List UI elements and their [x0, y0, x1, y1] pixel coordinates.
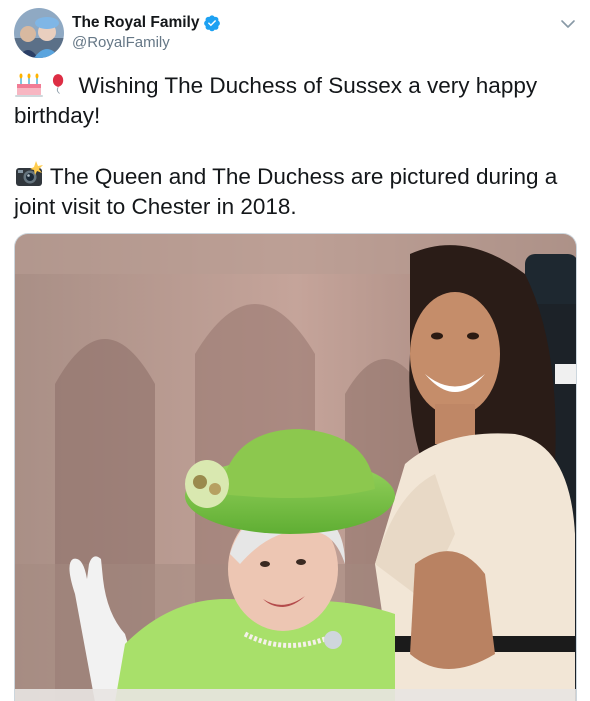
- tweet-text: Wishing The Duchess of Sussex a very hap…: [14, 70, 580, 222]
- tweet-line: birthday!: [14, 103, 101, 128]
- photo-queen-and-duchess: [15, 234, 576, 701]
- display-name[interactable]: The Royal Family: [72, 14, 199, 32]
- camera-flash-emoji: [16, 161, 43, 186]
- tweet-photo[interactable]: [14, 233, 577, 701]
- tweet-line-text: The Queen and The Duchess are pictured d…: [49, 164, 558, 189]
- user-handle[interactable]: @RoyalFamily: [72, 34, 221, 51]
- tweet-line: The Queen and The Duchess are pictured d…: [14, 161, 580, 192]
- chevron-down-icon[interactable]: [560, 16, 576, 32]
- tweet-header: The Royal Family @RoyalFamily: [14, 8, 580, 60]
- tweet-line: joint visit to Chester in 2018.: [14, 194, 297, 219]
- birthday-cake-emoji: [15, 73, 43, 97]
- verified-badge-icon: [204, 15, 221, 32]
- avatar[interactable]: [14, 8, 64, 58]
- tweet-line: Wishing The Duchess of Sussex a very hap…: [14, 70, 580, 101]
- avatar-photo: [14, 8, 64, 58]
- tweet-line-text: Wishing The Duchess of Sussex a very hap…: [78, 73, 538, 98]
- balloon-emoji: [53, 74, 64, 94]
